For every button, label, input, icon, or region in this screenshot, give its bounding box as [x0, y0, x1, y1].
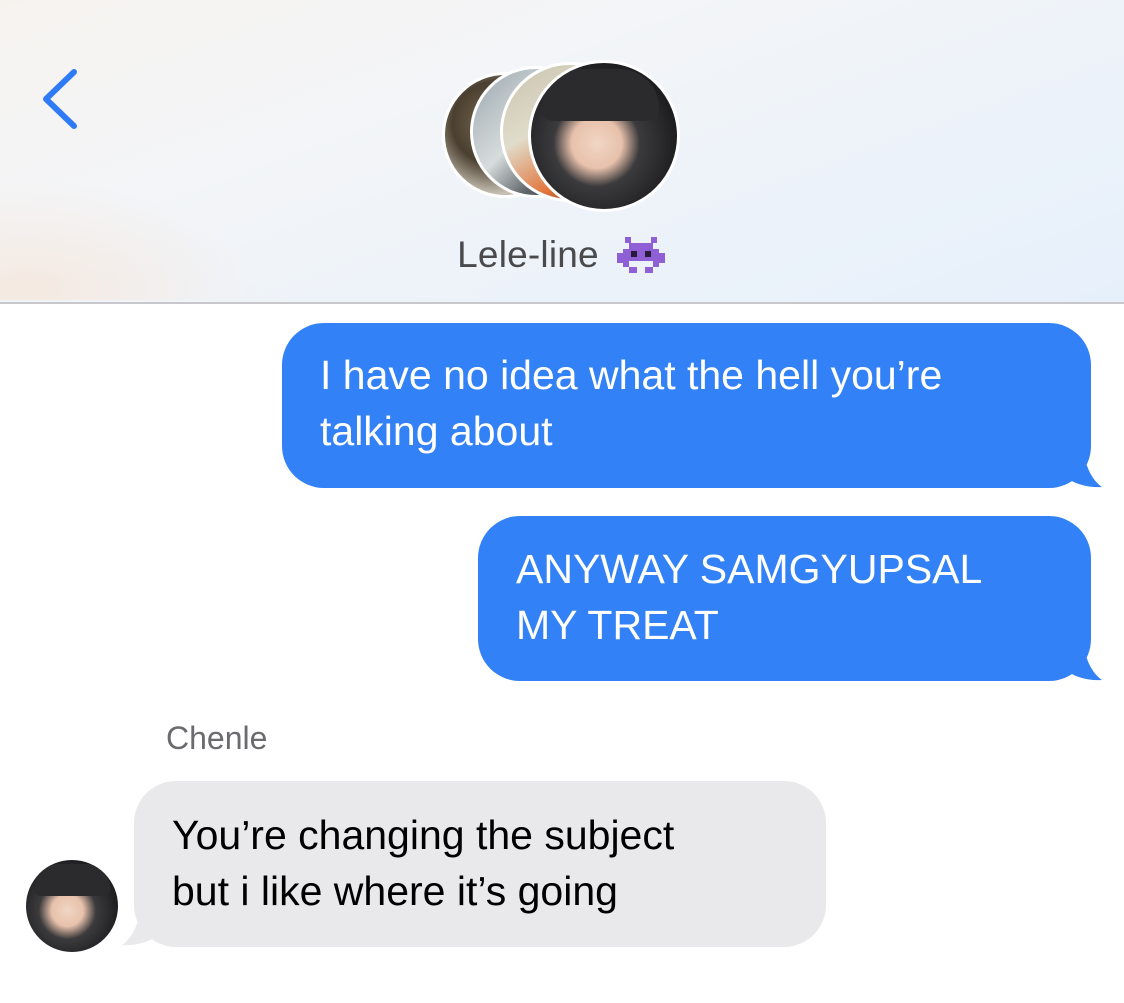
- message-text-line: MY TREAT: [516, 602, 719, 648]
- back-button[interactable]: [36, 64, 86, 134]
- avatar-cap-shape: [541, 69, 659, 121]
- incoming-message-bubble[interactable]: You’re changing the subject but i like w…: [134, 781, 826, 947]
- alien-monster-icon: [616, 237, 665, 273]
- group-avatars[interactable]: [442, 60, 687, 212]
- message-text-line: talking about: [320, 408, 553, 454]
- conversation-title-row[interactable]: Lele-line: [0, 230, 1124, 280]
- outgoing-message-bubble[interactable]: I have no idea what the hell you’re talk…: [282, 323, 1091, 488]
- group-member-avatar: [528, 60, 680, 212]
- outgoing-message-bubble[interactable]: ANYWAY SAMGYUPSAL MY TREAT: [478, 516, 1091, 681]
- conversation-title: Lele-line: [457, 234, 599, 275]
- bubble-tail: [122, 898, 164, 946]
- sender-name: Chenle: [166, 720, 268, 756]
- bubble-tail: [1060, 440, 1102, 488]
- bubble-tail: [1060, 633, 1102, 681]
- sender-avatar[interactable]: [26, 860, 118, 952]
- chevron-left-icon: [43, 69, 77, 129]
- message-text-line: You’re changing the subject: [172, 812, 675, 858]
- message-text-line: but i like where it’s going: [172, 868, 618, 914]
- message-text-line: ANYWAY SAMGYUPSAL: [516, 546, 983, 592]
- avatar-cap-shape: [34, 864, 110, 896]
- message-text-line: I have no idea what the hell you’re: [320, 352, 943, 398]
- conversation-header: Lele-line: [0, 0, 1124, 304]
